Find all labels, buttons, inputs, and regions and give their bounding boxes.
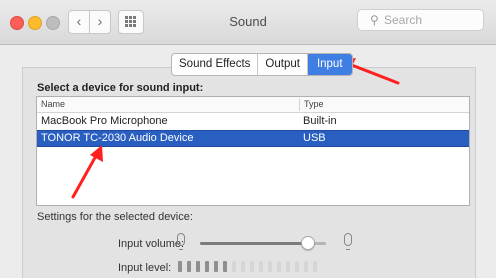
table-header: Name Type	[37, 97, 469, 113]
slider-fill	[200, 242, 308, 245]
column-header-name[interactable]: Name	[41, 99, 65, 109]
level-bar	[214, 261, 218, 272]
device-table[interactable]: Name Type MacBook Pro Microphone Built-i…	[36, 96, 470, 206]
device-name: TONOR TC-2030 Audio Device	[41, 132, 194, 144]
device-type: USB	[303, 132, 326, 144]
device-type: Built-in	[303, 115, 337, 127]
level-bar	[223, 261, 227, 272]
level-bar	[241, 261, 245, 272]
microphone-high-icon	[344, 233, 352, 250]
search-icon: ⚲	[370, 13, 379, 27]
microphone-low-icon	[177, 233, 185, 250]
title-bar: ‹ › Sound ⚲	[0, 0, 496, 45]
slider-knob[interactable]	[301, 236, 316, 250]
level-bar	[187, 261, 191, 272]
table-row[interactable]: MacBook Pro Microphone Built-in	[37, 114, 469, 129]
level-bar	[259, 261, 263, 272]
level-bar	[313, 261, 317, 272]
settings-label: Settings for the selected device:	[37, 211, 193, 223]
level-bar	[286, 261, 290, 272]
tab-input[interactable]: Input	[307, 54, 352, 75]
level-bar	[178, 261, 182, 272]
level-bar	[196, 261, 200, 272]
level-bar	[304, 261, 308, 272]
input-level-label: Input level:	[118, 262, 172, 274]
input-level-meter	[178, 261, 317, 272]
input-volume-label: Input volume:	[118, 238, 185, 250]
level-bar	[268, 261, 272, 272]
device-name: MacBook Pro Microphone	[41, 115, 168, 127]
search-field[interactable]: ⚲	[357, 9, 484, 31]
level-bar	[295, 261, 299, 272]
device-section-title: Select a device for sound input:	[37, 82, 204, 94]
tab-sound-effects[interactable]: Sound Effects	[172, 54, 259, 75]
tab-output[interactable]: Output	[258, 54, 308, 75]
search-input[interactable]	[384, 12, 474, 28]
column-header-type[interactable]: Type	[299, 98, 324, 111]
level-bar	[277, 261, 281, 272]
level-bar	[250, 261, 254, 272]
level-bar	[232, 261, 236, 272]
level-bar	[205, 261, 209, 272]
table-row-selected[interactable]: TONOR TC-2030 Audio Device USB	[37, 130, 469, 147]
tab-bar: Sound Effects Output Input	[171, 53, 353, 76]
